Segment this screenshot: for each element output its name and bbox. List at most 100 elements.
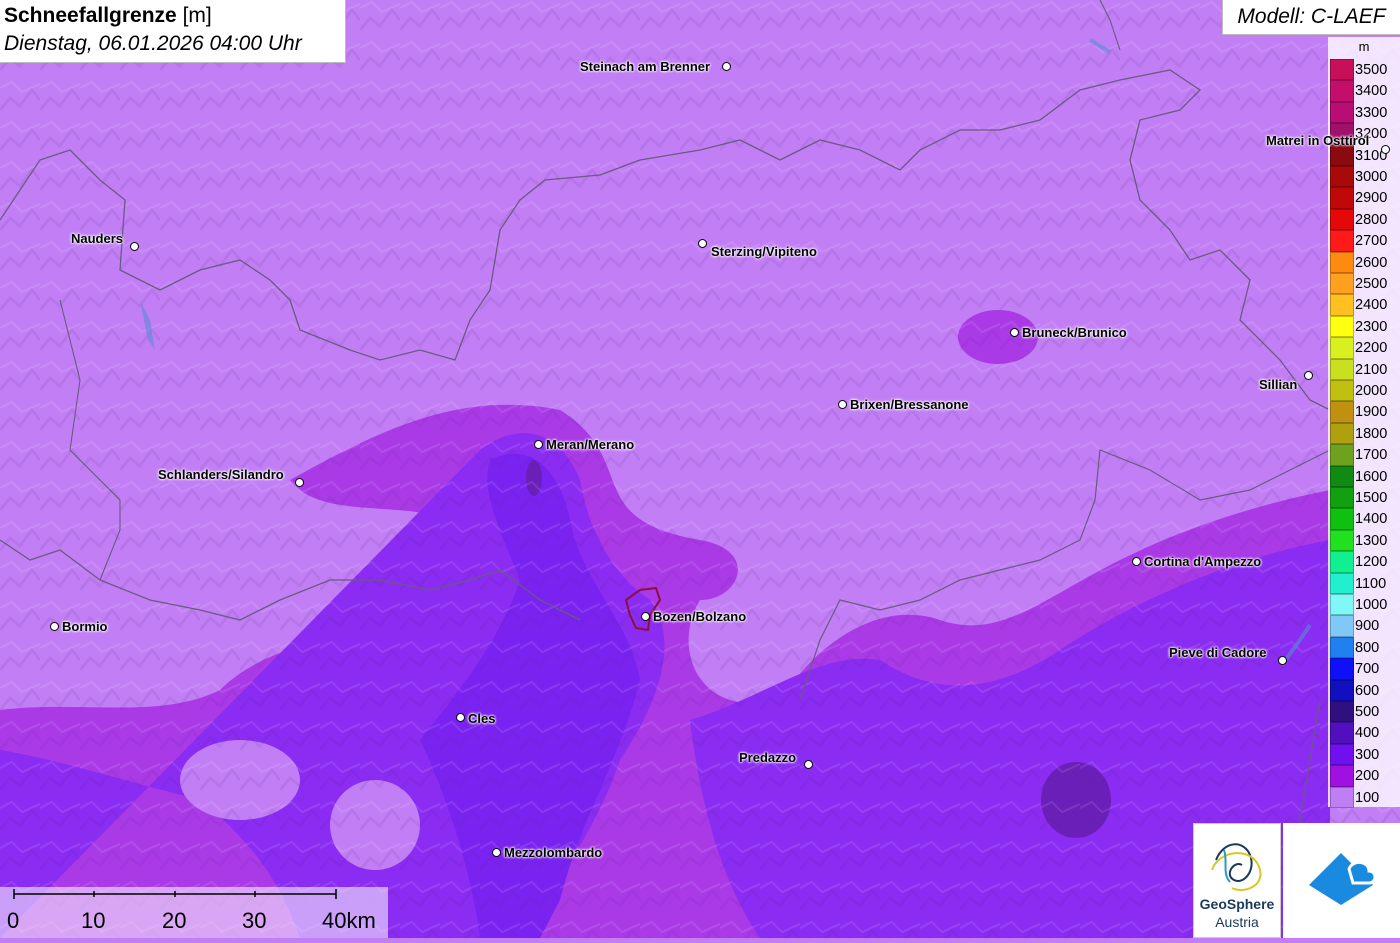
place-label[interactable]: Steinach am Brenner [580, 59, 710, 74]
place-label[interactable]: Predazzo [739, 750, 796, 765]
legend-swatch [1330, 59, 1354, 81]
legend-swatch [1330, 401, 1354, 423]
legend-swatch [1330, 208, 1354, 231]
legend-swatch [1330, 358, 1354, 380]
place-dot [698, 239, 707, 248]
legend-swatch [1330, 380, 1354, 402]
geosphere-name: GeoSphere [1199, 896, 1275, 912]
place-label[interactable]: Cortina d'Ampezzo [1144, 554, 1261, 569]
place-dot [722, 62, 731, 71]
legend-swatch [1330, 636, 1354, 659]
legend-swatch [1330, 101, 1354, 124]
legend-label: 2700 [1355, 233, 1388, 250]
legend-swatch [1330, 572, 1354, 594]
legend-swatch [1330, 251, 1354, 273]
geosphere-emblem-icon [1211, 843, 1262, 891]
place-label[interactable]: Bozen/Bolzano [653, 609, 746, 624]
legend-label: 100 [1355, 789, 1380, 806]
scale-tick-0: 0 [7, 908, 20, 933]
legend-unit: m [1358, 39, 1370, 54]
place-dot [492, 848, 501, 857]
legend-label: 1300 [1355, 532, 1388, 549]
legend-label: 2900 [1355, 190, 1388, 207]
legend-swatch [1330, 80, 1354, 102]
scale-bar: 0 10 20 30 40km [0, 887, 388, 938]
legend-swatch [1330, 658, 1354, 680]
place-dot [641, 612, 650, 621]
place-label[interactable]: Cles [468, 711, 495, 726]
legend-swatch [1330, 487, 1354, 509]
legend-swatch [1330, 166, 1354, 188]
legend-label: 2500 [1355, 276, 1388, 292]
legend-label: 1200 [1355, 554, 1388, 571]
place-dot [1304, 371, 1313, 380]
legend-swatch [1330, 273, 1354, 295]
place-dot [838, 400, 847, 409]
legend-label: 1400 [1355, 511, 1388, 528]
place-label[interactable]: Brixen/Bressanone [850, 397, 969, 412]
legend-label: 1500 [1355, 490, 1388, 506]
legend-swatch [1330, 444, 1354, 466]
legend-swatch [1330, 529, 1354, 552]
place-label[interactable]: Sillian [1259, 377, 1297, 392]
place-label[interactable]: Schlanders/Silandro [158, 467, 284, 482]
legend-label: 3400 [1355, 83, 1388, 100]
legend-swatch [1330, 230, 1354, 252]
place-label[interactable]: Sterzing/Vipiteno [711, 244, 817, 259]
legend-swatch [1330, 786, 1354, 808]
map-datetime: Dienstag, 06.01.2026 04:00 Uhr [4, 32, 302, 55]
legend-label: 1800 [1355, 425, 1388, 442]
legend-label: 2400 [1355, 297, 1388, 314]
legend-label: 200 [1355, 768, 1380, 785]
scale-tick-20: 20 [162, 908, 187, 933]
place-label[interactable]: Bormio [62, 619, 108, 634]
legend-label: 700 [1355, 661, 1380, 678]
place-label[interactable]: Nauders [71, 231, 123, 246]
place-dot [1132, 557, 1141, 566]
geosphere-country: Austria [1215, 914, 1259, 930]
model-label: Modell: C-LAEF [1222, 0, 1400, 35]
place-label[interactable]: Bruneck/Brunico [1022, 325, 1127, 340]
legend-label: 1900 [1355, 404, 1388, 421]
place-dot [1381, 145, 1390, 154]
title-box: Schneefallgrenze [m] Dienstag, 06.01.202… [0, 0, 346, 63]
legend-label: 1600 [1355, 468, 1388, 485]
scale-tick-30: 30 [242, 908, 267, 933]
legend-label: 2200 [1355, 340, 1388, 357]
legend-swatch [1330, 337, 1354, 359]
legend-label: 3300 [1355, 104, 1388, 121]
place-dot [456, 713, 465, 722]
place-dot [804, 760, 813, 769]
scale-tick-10: 10 [81, 908, 106, 933]
geosphere-logo[interactable]: GeoSphere Austria [1193, 823, 1281, 938]
legend-swatch [1330, 765, 1354, 787]
legend-label: 2100 [1355, 361, 1388, 378]
weather-app-logo[interactable] [1283, 823, 1400, 938]
legend-label: 1100 [1355, 575, 1387, 592]
place-label[interactable]: Meran/Merano [546, 437, 634, 452]
place-label[interactable]: Mezzolombardo [504, 845, 602, 860]
legend-label: 2800 [1355, 211, 1388, 228]
legend-label: 500 [1355, 704, 1380, 720]
place-dot [130, 242, 139, 251]
legend-swatch [1330, 294, 1354, 316]
legend-label: 300 [1355, 746, 1380, 763]
legend-swatch [1330, 722, 1354, 744]
legend-label: 1000 [1355, 597, 1388, 613]
color-legend: m 3500 3400 3300 3200 3100 3000 2900 2800 2700 26… [1328, 37, 1400, 808]
legend-label: 600 [1355, 682, 1380, 699]
map-title: Schneefallgrenze [m] [4, 4, 212, 27]
legend-label: 2600 [1355, 254, 1388, 271]
place-label[interactable]: Matrei in Osttirol [1266, 133, 1369, 148]
legend-label: 2300 [1355, 318, 1388, 335]
legend-label: 2000 [1355, 383, 1388, 399]
place-label[interactable]: Pieve di Cadore [1169, 645, 1267, 660]
legend-label: 3000 [1355, 169, 1388, 185]
legend-swatch [1330, 679, 1354, 701]
place-dot [1278, 656, 1287, 665]
place-dot [1010, 328, 1019, 337]
legend-swatch [1330, 743, 1354, 766]
legend-swatch [1330, 594, 1354, 616]
legend-swatch [1330, 315, 1354, 338]
place-dot [534, 440, 543, 449]
